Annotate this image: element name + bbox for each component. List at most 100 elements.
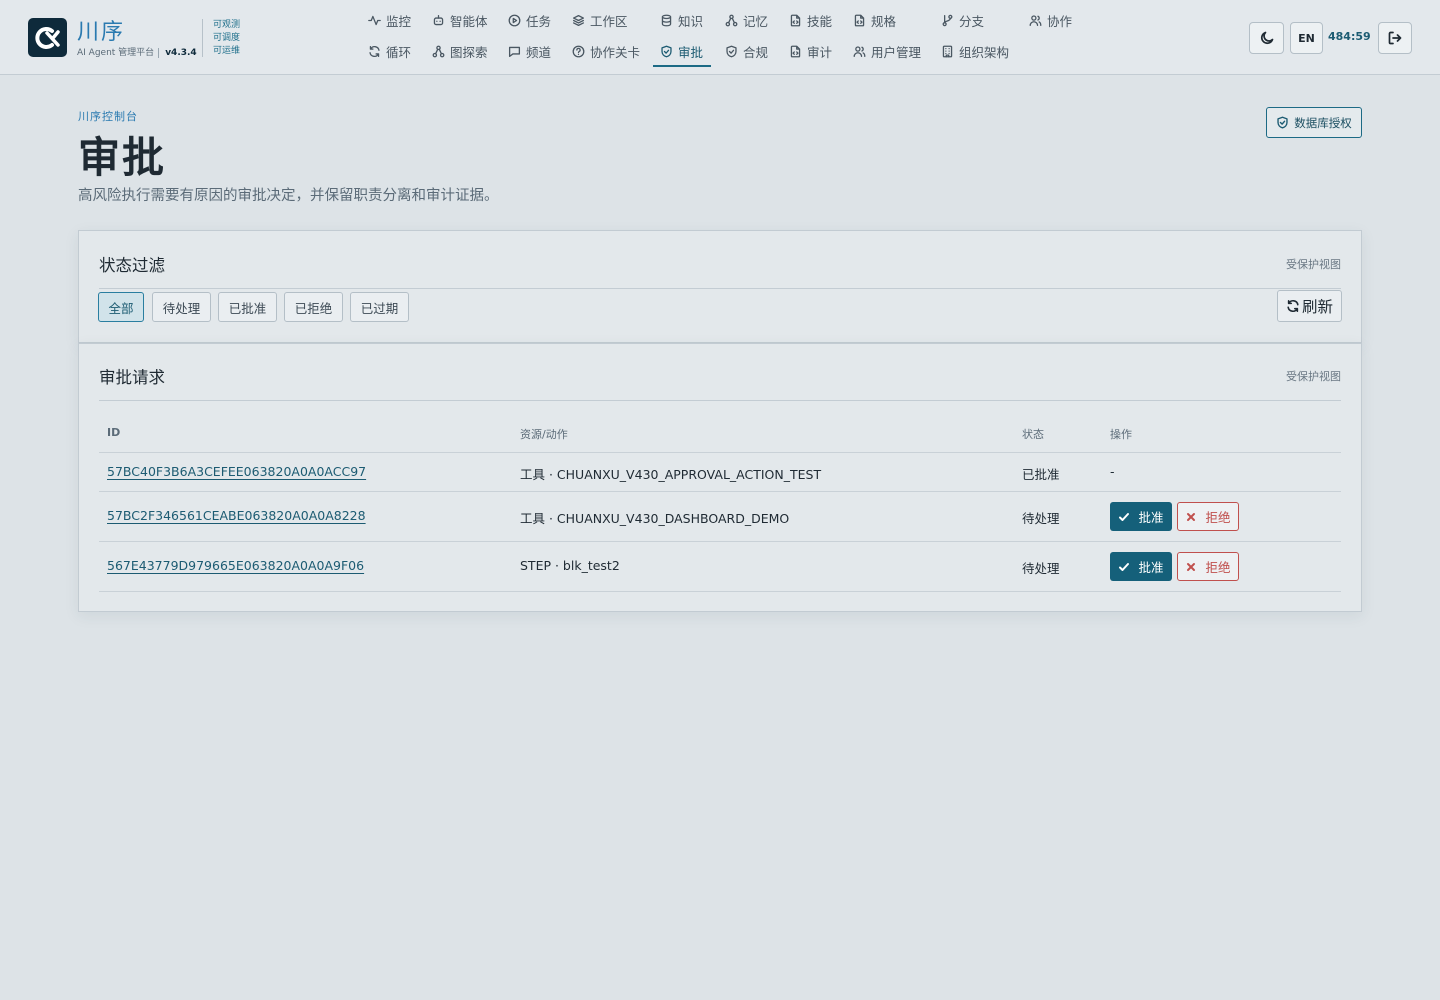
- resource-action: 工具 · CHUANXU_V430_APPROVAL_ACTION_TEST: [520, 467, 822, 482]
- page-description: 高风险执行需要有原因的审批决定，并保留职责分离和审计证据。: [78, 188, 499, 204]
- close-icon: [1187, 562, 1196, 571]
- brand-logo[interactable]: [28, 18, 67, 57]
- row-divider: [99, 591, 1341, 592]
- nav-label: 频道: [526, 44, 552, 60]
- logout-icon: [1388, 31, 1402, 45]
- status-filter-panel: 状态过滤 受保护视图 全部 待处理 已批准 已拒绝 已过期 刷新: [78, 230, 1362, 343]
- resource-action: STEP · blk_test2: [520, 558, 620, 573]
- nav-item-collab[interactable]: 协作: [1029, 8, 1072, 32]
- activity-icon: [368, 15, 381, 25]
- nav-label: 用户管理: [871, 44, 922, 60]
- nav-label: 协作关卡: [590, 44, 641, 60]
- users-icon: [1029, 14, 1042, 26]
- reject-button[interactable]: 拒绝: [1177, 552, 1239, 581]
- nav-item-user-management[interactable]: 用户管理: [853, 39, 921, 63]
- check-icon: [1119, 562, 1130, 571]
- layers-icon: [572, 14, 585, 26]
- shield-check-icon: [1277, 116, 1288, 129]
- filter-pending-button[interactable]: 待处理: [152, 292, 211, 322]
- check-icon: [1119, 512, 1130, 521]
- row-divider: [99, 491, 1341, 492]
- nav-item-skills[interactable]: 技能: [789, 8, 832, 32]
- approve-button[interactable]: 批准: [1110, 552, 1172, 581]
- shield-check-icon: [661, 45, 672, 57]
- approve-label: 批准: [1138, 560, 1164, 575]
- nav-item-branches[interactable]: 分支: [941, 8, 984, 32]
- nav-item-agents[interactable]: 智能体: [432, 8, 488, 32]
- shield-check-icon: [726, 45, 737, 57]
- close-icon: [1187, 512, 1196, 521]
- message-square-icon: [508, 46, 521, 57]
- nav-item-compliance[interactable]: 合规: [725, 39, 768, 63]
- nav-item-channels[interactable]: 频道: [508, 39, 551, 63]
- nav-item-org-structure[interactable]: 组织架构: [941, 39, 1009, 63]
- nav-label: 工作区: [590, 13, 628, 29]
- approve-label: 批准: [1138, 510, 1164, 525]
- request-id-link[interactable]: 57BC2F346561CEABE063820A0A0A8228: [107, 508, 366, 523]
- refresh-icon: [1287, 299, 1299, 313]
- approve-button[interactable]: 批准: [1110, 502, 1172, 531]
- reject-label: 拒绝: [1205, 510, 1231, 525]
- nodes-icon: [432, 45, 445, 57]
- refresh-button[interactable]: 刷新: [1277, 290, 1342, 322]
- column-header-id: ID: [107, 426, 121, 439]
- nav-label: 监控: [386, 13, 412, 29]
- status-badge: 已批准: [1022, 467, 1060, 482]
- brand-subtitle: AI Agent 管理平台 v4.3.4: [77, 45, 197, 58]
- nav-label: 合规: [743, 44, 769, 60]
- nav-label: 分支: [959, 13, 985, 29]
- nav-item-audit[interactable]: 审计: [789, 39, 832, 63]
- nav-label: 审批: [678, 44, 704, 60]
- row-divider: [99, 541, 1341, 542]
- nav-item-knowledge[interactable]: 知识: [660, 8, 703, 32]
- nav-label: 规格: [871, 13, 897, 29]
- refresh-icon: [369, 45, 380, 57]
- filter-approved-button[interactable]: 已批准: [218, 292, 277, 322]
- column-header-actions: 操作: [1110, 428, 1132, 441]
- header-divider: [99, 452, 1341, 453]
- protected-view-tag: 受保护视图: [1286, 370, 1341, 383]
- panel-title: 审批请求: [99, 368, 165, 387]
- nav-item-workspace[interactable]: 工作区: [572, 8, 628, 32]
- brand-tag: 可调度: [213, 33, 241, 43]
- session-timer: 484:59: [1328, 30, 1371, 43]
- nav-label: 循环: [386, 44, 412, 60]
- nav-item-tasks[interactable]: 任务: [508, 8, 551, 32]
- logout-button[interactable]: [1378, 22, 1412, 54]
- theme-toggle-button[interactable]: [1249, 22, 1284, 54]
- nav-item-loops[interactable]: 循环: [368, 39, 411, 63]
- logo-mark-icon: [34, 26, 60, 49]
- nav-item-monitor[interactable]: 监控: [368, 8, 411, 32]
- database-icon: [661, 14, 672, 26]
- nav-label: 知识: [678, 13, 704, 29]
- nav-label: 图探索: [450, 44, 488, 60]
- nav-label: 任务: [526, 13, 552, 29]
- nav-label: 组织架构: [959, 44, 1010, 60]
- brand-version: v4.3.4: [158, 48, 197, 58]
- bot-icon: [433, 14, 444, 25]
- brand-subtitle-text: AI Agent 管理平台: [77, 48, 155, 58]
- nav-item-memory[interactable]: 记忆: [725, 8, 768, 32]
- filter-rejected-button[interactable]: 已拒绝: [284, 292, 343, 322]
- nav-item-approvals[interactable]: 审批: [660, 39, 703, 63]
- play-circle-icon: [508, 14, 521, 26]
- nav-item-specs[interactable]: 规格: [853, 8, 896, 32]
- git-branch-icon: [942, 14, 953, 26]
- filter-all-button[interactable]: 全部: [98, 292, 144, 322]
- breadcrumb[interactable]: 川序控制台: [78, 108, 138, 124]
- file-code-icon: [790, 45, 801, 57]
- nav-item-graph-explore[interactable]: 图探索: [432, 39, 488, 63]
- divider: [99, 400, 1341, 401]
- database-authorization-button[interactable]: 数据库授权: [1266, 107, 1362, 138]
- building-icon: [942, 45, 953, 57]
- request-id-link[interactable]: 57BC40F3B6A3CEFEE063820A0A0ACC97: [107, 464, 366, 479]
- divider: [99, 288, 1341, 289]
- reject-button[interactable]: 拒绝: [1177, 502, 1239, 531]
- filter-expired-button[interactable]: 已过期: [350, 292, 409, 322]
- language-button[interactable]: EN: [1290, 22, 1323, 54]
- nav-label: 记忆: [743, 13, 769, 29]
- page-title: 审批: [78, 133, 167, 182]
- request-id-link[interactable]: 567E43779D979665E063820A0A0A9F06: [107, 558, 364, 573]
- file-code-icon: [854, 14, 865, 26]
- nav-item-collab-gates[interactable]: 协作关卡: [572, 39, 640, 63]
